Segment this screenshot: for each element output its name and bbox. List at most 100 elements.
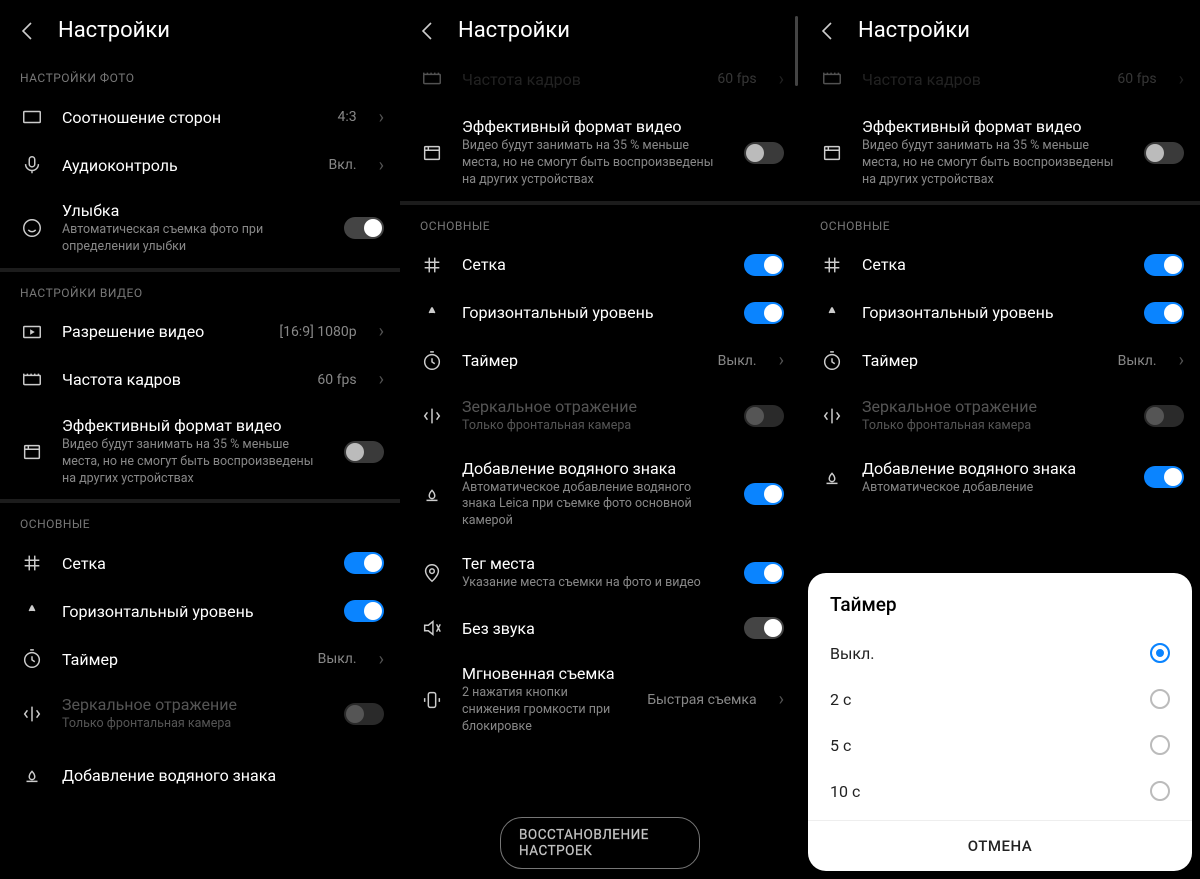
chevron-right-icon: › <box>1179 350 1184 371</box>
row-grid[interactable]: Сетка <box>400 241 800 289</box>
header: Настройки <box>400 0 800 57</box>
page-title: Настройки <box>858 18 970 43</box>
row-framerate[interactable]: Частота кадров 60 fps › <box>0 356 400 404</box>
row-value: 4:3 <box>337 109 356 125</box>
row-mirror: Зеркальное отражение Только фронтальная … <box>800 385 1200 447</box>
efficient-toggle[interactable] <box>1144 142 1184 164</box>
row-label: Горизонтальный уровень <box>62 602 326 621</box>
row-label: Таймер <box>62 650 300 669</box>
row-instant-capture[interactable]: Мгновенная съемка 2 нажатия кнопки сниже… <box>400 652 800 748</box>
timer-icon <box>420 349 444 373</box>
level-toggle[interactable] <box>344 600 384 622</box>
row-efficient-video[interactable]: Эффективный формат видео Видео будут зан… <box>800 105 1200 201</box>
back-button[interactable] <box>16 19 40 43</box>
grid-toggle[interactable] <box>1144 254 1184 276</box>
chevron-right-icon: › <box>379 155 384 176</box>
row-label: Аудиоконтроль <box>62 156 311 175</box>
screen-1: Настройки НАСТРОЙКИ ФОТО Соотношение сто… <box>0 0 400 879</box>
efficient-toggle[interactable] <box>744 142 784 164</box>
row-sub: Видео будут занимать на 35 % меньше мест… <box>462 138 726 189</box>
row-watermark[interactable]: Добавление водяного знака Автоматическое… <box>400 447 800 543</box>
geotag-toggle[interactable] <box>744 562 784 584</box>
radio-icon <box>1150 781 1170 801</box>
mirror-toggle <box>344 703 384 725</box>
watermark-icon <box>420 482 444 506</box>
option-label: Выкл. <box>830 644 875 663</box>
row-framerate-cut: Частота кадров 60 fps › <box>800 57 1200 105</box>
mic-icon <box>20 153 44 177</box>
watermark-toggle[interactable] <box>1144 466 1184 488</box>
header: Настройки <box>800 0 1200 57</box>
watermark-icon <box>820 465 844 489</box>
row-level[interactable]: Горизонтальный уровень <box>400 289 800 337</box>
page-title: Настройки <box>58 18 170 43</box>
mute-toggle[interactable] <box>744 617 784 639</box>
grid-icon <box>420 253 444 277</box>
row-smile[interactable]: Улыбка Автоматическая съемка фото при оп… <box>0 189 400 268</box>
mirror-toggle <box>744 405 784 427</box>
row-geotag[interactable]: Тег места Указание места съемки на фото … <box>400 542 800 604</box>
section-main: ОСНОВНЫЕ <box>400 205 800 241</box>
screen-2: Настройки Частота кадров 60 fps › Эффект… <box>400 0 800 879</box>
back-button[interactable] <box>816 19 840 43</box>
row-timer[interactable]: Таймер Выкл. › <box>400 337 800 385</box>
timer-option-5s[interactable]: 5 с <box>808 722 1192 768</box>
radio-icon <box>1150 689 1170 709</box>
row-grid[interactable]: Сетка <box>0 539 400 587</box>
timer-option-off[interactable]: Выкл. <box>808 630 1192 676</box>
restore-settings-button[interactable]: ВОССТАНОВЛЕНИЕ НАСТРОЕК <box>500 817 700 869</box>
row-sub: Только фронтальная камера <box>62 716 326 733</box>
section-video: НАСТРОЙКИ ВИДЕО <box>0 272 400 308</box>
grid-toggle[interactable] <box>744 254 784 276</box>
row-mute[interactable]: Без звука <box>400 604 800 652</box>
row-value: 60 fps <box>317 372 356 388</box>
row-level[interactable]: Горизонтальный уровень <box>0 587 400 635</box>
row-label: Зеркальное отражение <box>62 695 326 714</box>
row-label: Сетка <box>62 554 326 573</box>
row-mirror: Зеркальное отражение Только фронтальная … <box>400 385 800 447</box>
row-label: Соотношение сторон <box>62 108 319 127</box>
row-grid[interactable]: Сетка <box>800 241 1200 289</box>
row-watermark[interactable]: Добавление водяного знака Автоматическое… <box>800 447 1200 509</box>
grid-icon <box>20 551 44 575</box>
smile-icon <box>20 216 44 240</box>
chevron-right-icon: › <box>379 369 384 390</box>
row-aspect-ratio[interactable]: Соотношение сторон 4:3 › <box>0 93 400 141</box>
level-toggle[interactable] <box>1144 302 1184 324</box>
row-video-resolution[interactable]: Разрешение видео [16:9] 1080p › <box>0 308 400 356</box>
row-timer[interactable]: Таймер Выкл. › <box>0 635 400 683</box>
back-button[interactable] <box>416 19 440 43</box>
radio-icon <box>1150 735 1170 755</box>
screen-3: Настройки Частота кадров 60 fps › Эффект… <box>800 0 1200 879</box>
row-value: [16:9] 1080p <box>279 324 356 340</box>
chevron-right-icon: › <box>379 321 384 342</box>
instant-icon <box>420 688 444 712</box>
section-photo: НАСТРОЙКИ ФОТО <box>0 57 400 93</box>
row-watermark[interactable]: Добавление водяного знака <box>0 745 400 793</box>
row-efficient-video[interactable]: Эффективный формат видео Видео будут зан… <box>0 404 400 500</box>
section-main: ОСНОВНЫЕ <box>0 503 400 539</box>
section-main: ОСНОВНЫЕ <box>800 205 1200 241</box>
timer-option-10s[interactable]: 10 с <box>808 768 1192 814</box>
row-audio-control[interactable]: Аудиоконтроль Вкл. › <box>0 141 400 189</box>
row-timer[interactable]: Таймер Выкл. › <box>800 337 1200 385</box>
smile-toggle[interactable] <box>344 217 384 239</box>
row-label: Добавление водяного знака <box>62 766 384 785</box>
option-label: 5 с <box>830 736 851 755</box>
watermark-icon <box>20 763 44 787</box>
radio-selected-icon <box>1150 643 1170 663</box>
row-sub: Видео будут занимать на 35 % меньше мест… <box>62 437 326 488</box>
timer-option-2s[interactable]: 2 с <box>808 676 1192 722</box>
level-toggle[interactable] <box>744 302 784 324</box>
row-level[interactable]: Горизонтальный уровень <box>800 289 1200 337</box>
row-efficient-video[interactable]: Эффективный формат видео Видео будут зан… <box>400 105 800 201</box>
header: Настройки <box>0 0 400 57</box>
page-title: Настройки <box>458 18 570 43</box>
efficient-icon <box>820 141 844 165</box>
grid-toggle[interactable] <box>344 552 384 574</box>
option-label: 2 с <box>830 690 851 709</box>
efficient-toggle[interactable] <box>344 441 384 463</box>
sheet-cancel-button[interactable]: ОТМЕНА <box>808 820 1192 871</box>
watermark-toggle[interactable] <box>744 483 784 505</box>
row-framerate-cut: Частота кадров 60 fps › <box>400 57 800 105</box>
